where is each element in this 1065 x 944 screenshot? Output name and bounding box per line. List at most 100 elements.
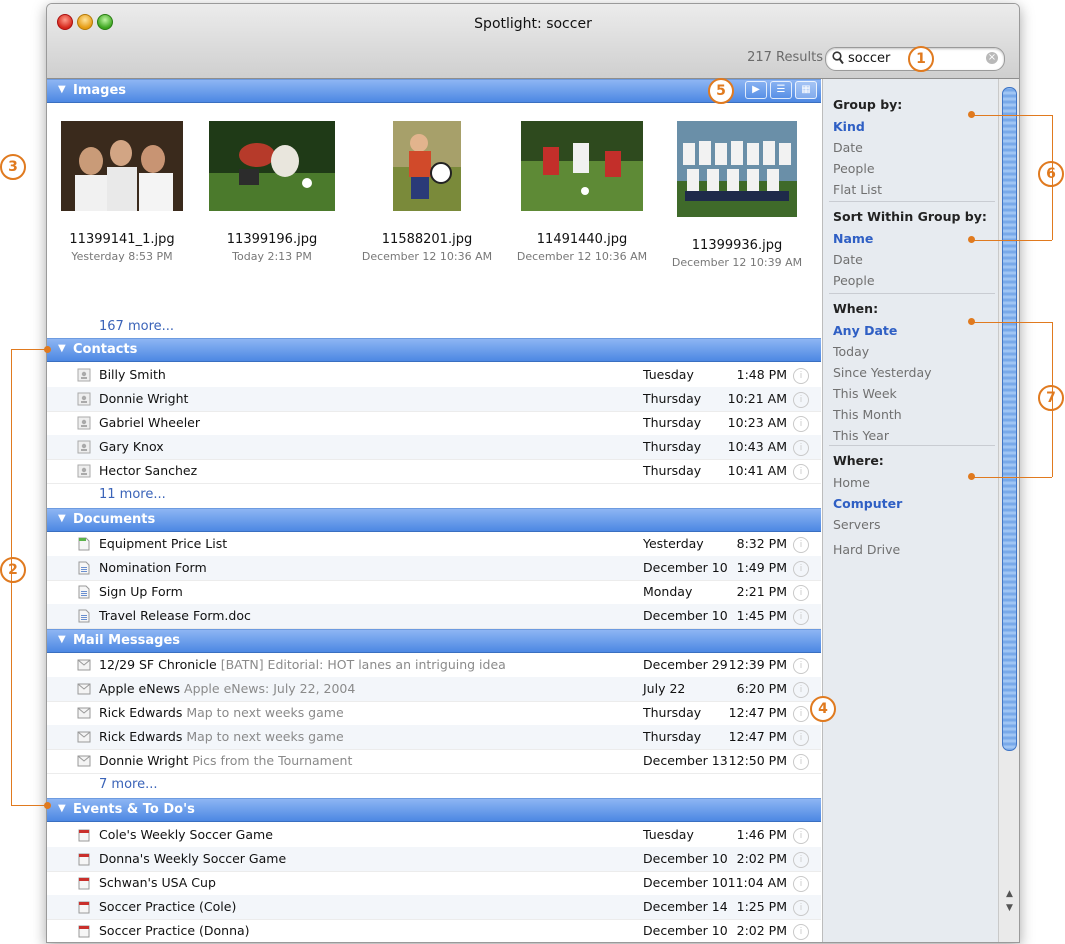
sort-by-date[interactable]: Date: [833, 249, 993, 270]
result-time: 2:21 PM: [736, 584, 787, 599]
info-icon[interactable]: i: [793, 730, 809, 746]
clear-search-icon[interactable]: ×: [986, 52, 998, 64]
result-name: Sign Up Form: [99, 584, 183, 599]
info-icon[interactable]: i: [793, 754, 809, 770]
where-computer[interactable]: Computer: [833, 493, 993, 514]
result-time: 11:04 AM: [727, 875, 787, 890]
section-header-documents[interactable]: ▼ Documents: [47, 508, 821, 532]
disclosure-triangle-icon[interactable]: ▼: [58, 513, 66, 524]
divider: [829, 445, 995, 446]
info-icon[interactable]: i: [793, 392, 809, 408]
where-servers[interactable]: Servers: [833, 514, 993, 535]
mail-row[interactable]: Apple eNews Apple eNews: July 22, 2004 J…: [47, 677, 821, 702]
image-thumbnail: [521, 121, 643, 211]
vertical-scrollbar[interactable]: ▲ ▼: [998, 79, 1019, 942]
result-time: 1:45 PM: [736, 608, 787, 623]
section-header-mail[interactable]: ▼ Mail Messages: [47, 629, 821, 653]
info-icon[interactable]: i: [793, 561, 809, 577]
result-name: Donna's Weekly Soccer Game: [99, 851, 287, 866]
list-view-button[interactable]: ☰: [770, 81, 792, 99]
info-icon[interactable]: i: [793, 537, 809, 553]
info-icon[interactable]: i: [793, 876, 809, 892]
mail-row[interactable]: Donnie Wright Pics from the Tournament D…: [47, 749, 821, 774]
contact-row[interactable]: Gabriel Wheeler Thursday 10:23 AM i: [47, 411, 821, 436]
when-this-month[interactable]: This Month: [833, 404, 993, 425]
info-icon[interactable]: i: [793, 440, 809, 456]
contact-row[interactable]: Gary Knox Thursday 10:43 AM i: [47, 435, 821, 460]
contact-row[interactable]: Donnie Wright Thursday 10:21 AM i: [47, 387, 821, 412]
when-since-yesterday[interactable]: Since Yesterday: [833, 362, 993, 383]
document-row[interactable]: Travel Release Form.doc December 10 1:45…: [47, 604, 821, 629]
scroll-up-arrow-icon[interactable]: ▲: [1004, 889, 1015, 900]
scroll-down-arrow-icon[interactable]: ▼: [1004, 903, 1015, 914]
disclosure-triangle-icon[interactable]: ▼: [58, 803, 66, 814]
mail-row[interactable]: 12/29 SF Chronicle [BATN] Editorial: HOT…: [47, 653, 821, 678]
image-result[interactable]: 11491440.jpg December 12 10:36 AM: [507, 121, 657, 263]
info-icon[interactable]: i: [793, 852, 809, 868]
mail-message-icon: [77, 707, 91, 719]
grid-view-button[interactable]: ▦: [795, 81, 817, 99]
info-icon[interactable]: i: [793, 416, 809, 432]
event-row[interactable]: Cole's Weekly Soccer Game Tuesday 1:46 P…: [47, 823, 821, 848]
disclosure-triangle-icon[interactable]: ▼: [58, 343, 66, 354]
image-result[interactable]: 11399141_1.jpg Yesterday 8:53 PM: [47, 121, 197, 263]
image-result[interactable]: 11588201.jpg December 12 10:36 AM: [347, 121, 507, 263]
group-by-flat-list[interactable]: Flat List: [833, 179, 993, 200]
info-icon[interactable]: i: [793, 900, 809, 916]
image-result[interactable]: 11399196.jpg Today 2:13 PM: [197, 121, 347, 263]
search-query[interactable]: soccer: [848, 51, 890, 66]
scroll-thumb[interactable]: [1002, 87, 1017, 751]
event-row[interactable]: Donna's Weekly Soccer Game December 10 2…: [47, 847, 821, 872]
document-row[interactable]: Sign Up Form Monday 2:21 PM i: [47, 580, 821, 605]
disclosure-triangle-icon[interactable]: ▼: [58, 634, 66, 645]
document-row[interactable]: Equipment Price List Yesterday 8:32 PM i: [47, 532, 821, 557]
result-date: Thursday: [643, 415, 702, 430]
slideshow-button[interactable]: ▶: [745, 81, 767, 99]
info-icon[interactable]: i: [793, 464, 809, 480]
info-icon[interactable]: i: [793, 585, 809, 601]
info-icon[interactable]: i: [793, 924, 809, 940]
group-by-kind[interactable]: Kind: [833, 116, 993, 137]
calendar-event-icon: [78, 877, 90, 890]
info-icon[interactable]: i: [793, 368, 809, 384]
info-icon[interactable]: i: [793, 706, 809, 722]
mail-more-link[interactable]: 7 more...: [99, 777, 157, 792]
contact-row[interactable]: Hector Sanchez Thursday 10:41 AM i: [47, 459, 821, 484]
result-time: 12:39 PM: [728, 657, 787, 672]
when-today[interactable]: Today: [833, 341, 993, 362]
image-result[interactable]: 11399936.jpg December 12 10:39 AM: [657, 121, 817, 269]
event-row[interactable]: Schwan's USA Cup December 10 11:04 AM i: [47, 871, 821, 896]
where-hard-drive[interactable]: Hard Drive: [833, 539, 993, 560]
contacts-more-link[interactable]: 11 more...: [99, 487, 166, 502]
image-thumbnail: [209, 121, 335, 211]
calendar-event-icon: [78, 925, 90, 938]
when-this-week[interactable]: This Week: [833, 383, 993, 404]
event-row[interactable]: Soccer Practice (Cole) December 14 1:25 …: [47, 895, 821, 920]
sort-by-people[interactable]: People: [833, 270, 993, 291]
where-title: Where:: [833, 453, 884, 468]
section-header-events[interactable]: ▼ Events & To Do's: [47, 798, 821, 822]
document-row[interactable]: Nomination Form December 10 1:49 PM i: [47, 556, 821, 581]
result-name: Gary Knox: [99, 439, 164, 454]
section-header-contacts[interactable]: ▼ Contacts: [47, 338, 821, 362]
result-date: Thursday: [643, 439, 702, 454]
contact-row[interactable]: Billy Smith Tuesday 1:48 PM i: [47, 363, 821, 388]
info-icon[interactable]: i: [793, 658, 809, 674]
info-icon[interactable]: i: [793, 609, 809, 625]
images-more-link[interactable]: 167 more...: [99, 319, 174, 334]
section-header-images[interactable]: ▼ Images ▶ ☰ ▦: [47, 79, 821, 103]
result-time: 10:41 AM: [727, 463, 787, 478]
title-bar: Spotlight: soccer 217 Results soccer ×: [47, 4, 1019, 79]
info-icon[interactable]: i: [793, 828, 809, 844]
info-icon[interactable]: i: [793, 682, 809, 698]
when-this-year[interactable]: This Year: [833, 425, 993, 446]
mail-row[interactable]: Rick Edwards Map to next weeks game Thur…: [47, 725, 821, 750]
image-thumbnail: [61, 121, 183, 211]
mail-row[interactable]: Rick Edwards Map to next weeks game Thur…: [47, 701, 821, 726]
disclosure-triangle-icon[interactable]: ▼: [58, 84, 66, 95]
group-by-people[interactable]: People: [833, 158, 993, 179]
event-row[interactable]: Soccer Practice (Donna) December 10 2:02…: [47, 919, 821, 942]
result-name: 12/29 SF Chronicle [BATN] Editorial: HOT…: [99, 657, 506, 672]
result-time: 6:20 PM: [736, 681, 787, 696]
group-by-date[interactable]: Date: [833, 137, 993, 158]
